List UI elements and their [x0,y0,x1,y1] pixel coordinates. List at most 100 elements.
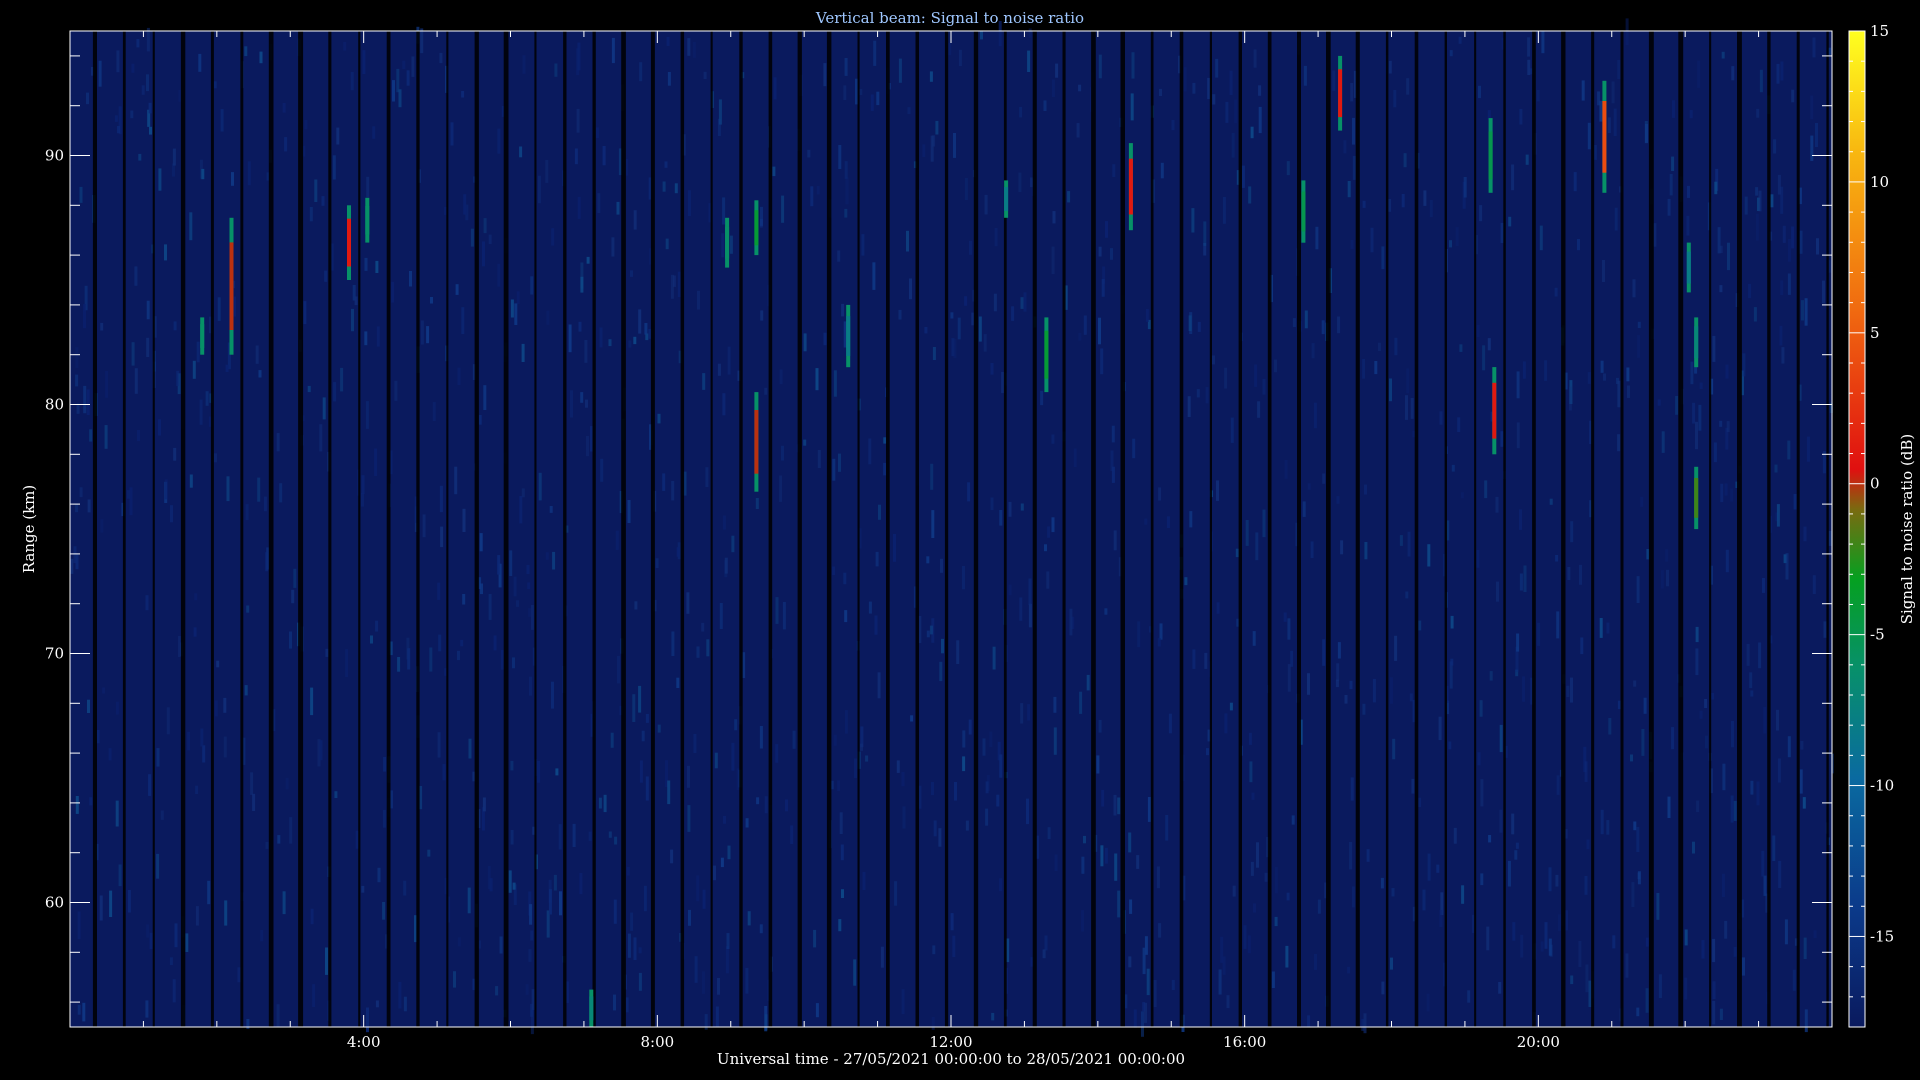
noise-cell [1778,860,1782,888]
noise-cell [633,210,637,230]
noise-cell [364,257,368,271]
noise-cell [625,997,629,1013]
noise-cell [1349,842,1353,870]
noise-cell [1584,876,1588,895]
noise-cell [1799,769,1803,794]
colorbar-label: Signal to noise ratio (dB) [1898,434,1916,625]
noise-cell [568,324,572,353]
noise-cell [1142,1002,1146,1012]
noise-cell [247,161,251,186]
noise-cell [439,485,443,513]
noise-cell [289,631,292,649]
x-tick-label: 12:00 [929,1033,972,1051]
noise-cell [630,270,633,277]
noise-cell [1311,343,1315,359]
noise-cell [214,700,218,717]
noise-cell [1793,494,1797,510]
noise-cell [1637,871,1641,885]
noise-cell [1052,211,1056,224]
noise-cell [579,873,583,895]
noise-cell [697,290,700,310]
noise-cell [108,748,112,761]
noise-cell [948,42,952,56]
noise-cell [1761,850,1765,877]
noise-cell [1525,154,1529,165]
noise-cell [584,340,588,363]
noise-cell [75,374,79,387]
noise-cell [702,971,705,994]
noise-cell [1317,899,1321,914]
noise-cell [1515,842,1519,849]
noise-cell [1587,372,1591,384]
noise-cell [1488,835,1492,843]
noise-cell [1667,198,1671,216]
noise-cell [1001,372,1005,394]
noise-cell [926,630,930,638]
noise-cell [1086,674,1090,691]
noise-cell [1076,123,1080,138]
noise-cell [1755,213,1759,241]
noise-cell [512,657,515,669]
noise-cell [929,71,933,82]
noise-cell [508,870,512,893]
noise-cell [82,1002,86,1022]
noise-cell [596,127,599,138]
noise-cell [521,343,525,362]
noise-cell [382,809,386,828]
noise-cell [252,793,256,811]
noise-cell [877,672,881,699]
noise-cell [1067,191,1071,203]
noise-cell [1784,919,1788,945]
noise-cell [586,256,590,264]
noise-cell [760,310,764,321]
noise-cell [1686,215,1690,236]
noise-cell [1500,222,1504,243]
noise-cell [1588,980,1592,1007]
noise-cell [1748,283,1752,299]
noise-cell [1511,813,1515,835]
x-tick-label: 16:00 [1223,1033,1266,1051]
noise-cell [173,447,177,461]
noise-cell [195,785,199,794]
noise-cell [499,936,503,954]
noise-cell [422,514,426,538]
noise-cell [1467,990,1471,1003]
noise-cell [611,237,615,257]
noise-cell [250,772,254,795]
noise-cell [772,166,776,177]
noise-cell [931,782,934,796]
noise-cell [1438,716,1442,741]
noise-cell [667,72,671,86]
noise-cell [1111,466,1115,483]
x-tick-label: 20:00 [1517,1033,1560,1051]
noise-cell [1028,578,1032,606]
noise-cell [1054,854,1058,872]
noise-cell [263,496,267,512]
noise-cell [148,102,152,114]
noise-cell [727,845,731,860]
noise-cell [1593,145,1597,160]
noise-cell [638,947,642,954]
noise-cell [1250,126,1254,139]
noise-cell [538,472,542,501]
noise-cell [1699,382,1703,390]
noise-cell [1262,509,1266,538]
noise-cell [115,800,119,827]
data-gap [1826,31,1829,1027]
data-gap [1474,31,1477,1027]
noise-cell [406,70,410,86]
noise-cell [1637,335,1641,358]
noise-cell [1455,227,1459,246]
noise-cell [721,233,725,258]
noise-cell [803,439,807,446]
noise-cell [383,757,387,772]
noise-cell [1695,421,1698,450]
noise-cell [1314,954,1317,970]
noise-cell [1750,690,1754,697]
noise-cell [1658,974,1662,998]
noise-cell [1556,775,1560,795]
noise-cell [731,535,735,553]
noise-cell [861,234,865,256]
noise-cell [935,120,939,135]
noise-cell [714,752,718,769]
